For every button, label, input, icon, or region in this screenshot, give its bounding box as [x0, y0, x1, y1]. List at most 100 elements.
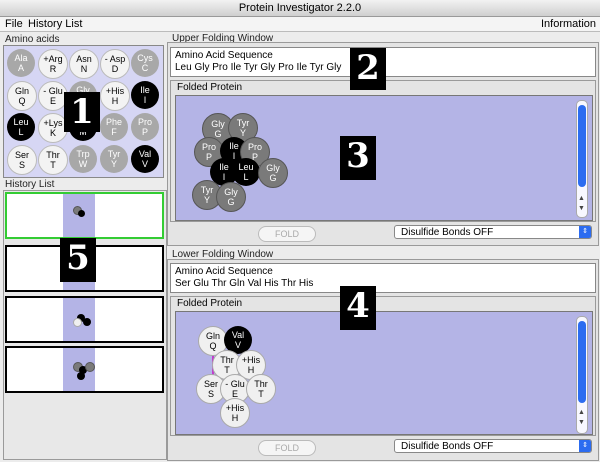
residue-gly[interactable]: Gly G — [258, 158, 288, 188]
amino-acid-code: F — [111, 127, 117, 137]
history-thumb-residue — [77, 372, 85, 380]
badge-2: 2 — [350, 48, 386, 90]
amino-acid-s[interactable]: Ser S — [7, 145, 37, 175]
amino-acid-name: Pro — [137, 117, 152, 127]
scroll-up-icon[interactable]: ▲ — [578, 409, 585, 416]
select-arrow-icon: ⇕ — [579, 440, 591, 452]
amino-acid-r[interactable]: +Arg R — [38, 49, 68, 79]
upper-folded-protein: Folded Protein Gly G Tyr Y Pro P Ile I Pro P … — [170, 80, 596, 222]
amino-acid-name: Trp — [76, 149, 90, 159]
history-item[interactable] — [5, 296, 164, 343]
amino-acid-name: - Glu — [43, 86, 63, 96]
amino-acid-name: Tyr — [107, 149, 121, 159]
scroll-thumb[interactable] — [578, 105, 586, 187]
badge-3: 3 — [340, 136, 376, 180]
amino-acids-label: Amino acids — [5, 34, 60, 45]
upper-sequence-text: Leu Gly Pro Ile Tyr Gly Pro Ile Tyr Gly — [175, 62, 342, 73]
badge-5: 5 — [60, 238, 96, 282]
scroll-up-icon[interactable]: ▲ — [578, 195, 585, 202]
amino-acid-code: Q — [18, 96, 26, 106]
amino-acid-d[interactable]: - Asp D — [100, 49, 130, 79]
history-thumb-residue — [83, 318, 91, 326]
residue-his[interactable]: +His H — [220, 398, 250, 428]
amino-acid-code: L — [18, 127, 24, 137]
residue-leu[interactable]: Leu L — [232, 158, 260, 186]
amino-acid-code: W — [78, 159, 88, 169]
amino-acid-code: T — [50, 160, 56, 170]
amino-acid-code: K — [49, 128, 56, 138]
amino-acid-f[interactable]: Phe F — [100, 113, 128, 141]
amino-acid-code: C — [141, 63, 149, 73]
amino-acid-name: Leu — [13, 117, 29, 127]
history-item[interactable] — [5, 346, 164, 393]
lower-scrollbar[interactable]: ▲ ▼ — [576, 316, 588, 434]
history-thumb-residue — [78, 210, 85, 217]
history-thumb-residue — [85, 362, 95, 372]
residue-gly[interactable]: Gly G — [216, 182, 246, 212]
badge-1: 1 — [64, 92, 100, 132]
amino-acid-code: S — [18, 160, 25, 170]
folded-protein-label: Folded Protein — [177, 298, 243, 309]
lower-disulfide-value: Disulfide Bonds OFF — [401, 441, 494, 452]
amino-acid-y[interactable]: Tyr Y — [100, 145, 128, 173]
amino-acid-name: Gln — [14, 86, 29, 96]
amino-acid-t[interactable]: Thr T — [38, 145, 68, 175]
amino-acid-w[interactable]: Trp W — [69, 145, 97, 173]
amino-acid-n[interactable]: Asn N — [69, 49, 99, 79]
amino-acid-name: Val — [138, 149, 152, 159]
menu-file[interactable]: File — [5, 18, 23, 30]
amino-acid-code: A — [17, 63, 24, 73]
amino-acid-a[interactable]: Ala A — [7, 49, 35, 77]
upper-fold-button[interactable]: FOLD — [258, 226, 316, 242]
amino-acid-code: N — [80, 64, 88, 74]
upper-disulfide-select[interactable]: Disulfide Bonds OFF ⇕ — [394, 225, 592, 239]
scroll-down-icon[interactable]: ▼ — [578, 205, 585, 212]
badge-4: 4 — [340, 286, 376, 330]
lower-folded-protein: Folded Protein Gln Q Val V Thr T +His H Ser S… — [170, 296, 596, 436]
history-thumb-residue — [73, 318, 82, 327]
amino-acid-code: R — [49, 64, 57, 74]
amino-acid-name: Thr — [46, 150, 60, 160]
amino-acid-code: Y — [110, 159, 117, 169]
amino-acid-name: Ile — [140, 85, 150, 95]
history-list-label: History List — [5, 179, 55, 190]
lower-fold-view: Gln Q Val V Thr T +His H Ser S - Glu E Thr T +H… — [175, 311, 593, 435]
menu-history-list[interactable]: History List — [28, 18, 82, 30]
amino-acid-name: Ala — [14, 53, 28, 63]
scroll-thumb[interactable] — [578, 321, 586, 403]
menu-information[interactable]: Information — [541, 18, 596, 30]
amino-acid-name: +Arg — [43, 54, 63, 64]
residue-thr[interactable]: Thr T — [246, 374, 276, 404]
title-bar: Protein Investigator 2.2.0 — [0, 0, 600, 17]
upper-fold-view: Gly G Tyr Y Pro P Ile I Pro P Ile I Leu L Gly G … — [175, 95, 593, 221]
amino-acid-i[interactable]: Ile I — [131, 81, 159, 109]
sequence-label: Amino Acid Sequence — [175, 266, 273, 277]
amino-acid-code: E — [49, 96, 56, 106]
window-title: Protein Investigator 2.2.0 — [238, 2, 362, 14]
menu-bar: File History List Information — [0, 17, 600, 32]
amino-acid-name: +His — [105, 86, 125, 96]
amino-acid-name: +Lys — [43, 118, 63, 128]
amino-acid-v[interactable]: Val V — [131, 145, 159, 173]
amino-acid-code: D — [111, 64, 119, 74]
lower-disulfide-select[interactable]: Disulfide Bonds OFF ⇕ — [394, 439, 592, 453]
amino-acid-name: - Asp — [104, 54, 126, 64]
scroll-down-icon[interactable]: ▼ — [578, 419, 585, 426]
select-arrow-icon: ⇕ — [579, 226, 591, 238]
amino-acid-c[interactable]: Cys C — [131, 49, 159, 77]
amino-acid-name: Ser — [14, 150, 29, 160]
amino-acid-name: Cys — [137, 53, 153, 63]
lower-sequence-box[interactable]: Amino Acid Sequence Ser Glu Thr Gln Val … — [170, 263, 596, 293]
upper-scrollbar[interactable]: ▲ ▼ — [576, 100, 588, 218]
upper-disulfide-value: Disulfide Bonds OFF — [401, 227, 494, 238]
history-item[interactable] — [5, 192, 164, 239]
amino-acid-q[interactable]: Gln Q — [7, 81, 37, 111]
lower-fold-button[interactable]: FOLD — [258, 440, 316, 456]
amino-acid-p[interactable]: Pro P — [131, 113, 159, 141]
folded-protein-label: Folded Protein — [177, 82, 243, 93]
amino-acid-code: I — [143, 95, 147, 105]
amino-acid-code: P — [141, 127, 148, 137]
amino-acid-name: Asn — [76, 54, 92, 64]
amino-acid-l[interactable]: Leu L — [7, 113, 35, 141]
amino-acid-h[interactable]: +His H — [100, 81, 130, 111]
